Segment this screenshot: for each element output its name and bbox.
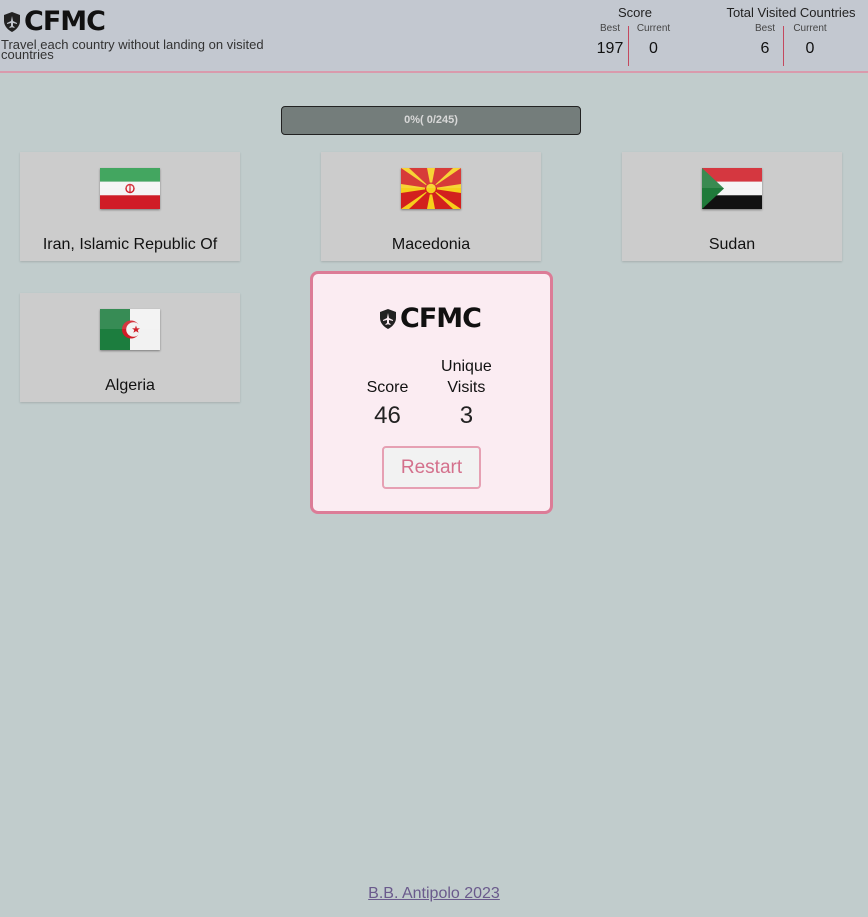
modal-brand: CFMC bbox=[379, 303, 482, 334]
sudan-flag-icon bbox=[702, 168, 762, 209]
country-name: Iran, Islamic Republic Of bbox=[42, 236, 218, 253]
progress-bar: 0%( 0/245) bbox=[281, 106, 581, 135]
visited-current-label: Current bbox=[793, 23, 827, 34]
visited-current-value: 0 bbox=[805, 40, 815, 57]
unique-visits: Unique Visits 3 bbox=[436, 356, 496, 430]
modal-title: CFMC bbox=[400, 303, 482, 334]
visited-stats: Total Visited Countries Best 6 Current 0 bbox=[720, 5, 862, 66]
visited-title: Total Visited Countries bbox=[726, 5, 856, 20]
score-title: Score bbox=[618, 5, 652, 20]
score-current-label: Current bbox=[636, 23, 671, 34]
airplane-shield-icon bbox=[4, 12, 20, 32]
score-current-value: 0 bbox=[649, 40, 658, 57]
unique-visits-label: Unique Visits bbox=[441, 358, 492, 396]
game-over-modal: CFMC Score 46 Unique Visits 3 Restart bbox=[310, 271, 553, 514]
country-name: Macedonia bbox=[391, 236, 471, 253]
score-best-value: 197 bbox=[596, 40, 624, 57]
tagline: Travel each country without landing on v… bbox=[1, 37, 264, 62]
score-stats: Score Best 197 Current 0 bbox=[592, 5, 678, 66]
final-score-label: Score bbox=[366, 379, 409, 396]
restart-button[interactable]: Restart bbox=[382, 446, 481, 489]
country-name: Algeria bbox=[105, 377, 155, 394]
score-best-label: Best bbox=[599, 23, 620, 34]
airplane-shield-icon bbox=[380, 309, 396, 329]
country-name: Sudan bbox=[708, 236, 756, 253]
app-header: CFMC Travel each country without landing… bbox=[0, 0, 868, 73]
final-score: Score 46 bbox=[367, 356, 409, 430]
visited-best-value: 6 bbox=[760, 40, 770, 57]
country-card-macedonia[interactable]: Macedonia bbox=[321, 152, 541, 261]
algeria-flag-icon bbox=[100, 309, 160, 350]
country-card-sudan[interactable]: Sudan bbox=[622, 152, 842, 261]
country-card-algeria[interactable]: Algeria bbox=[20, 293, 240, 402]
credit-link[interactable]: B.B. Antipolo 2023 bbox=[0, 885, 868, 903]
brand: CFMC bbox=[3, 6, 106, 37]
app-title: CFMC bbox=[24, 6, 106, 37]
country-card-iran[interactable]: Iran, Islamic Republic Of bbox=[20, 152, 240, 261]
unique-visits-value: 3 bbox=[459, 402, 474, 429]
visited-best-label: Best bbox=[754, 23, 775, 34]
final-score-value: 46 bbox=[374, 402, 401, 429]
macedonia-flag-icon bbox=[401, 168, 461, 209]
iran-flag-icon bbox=[100, 168, 160, 209]
